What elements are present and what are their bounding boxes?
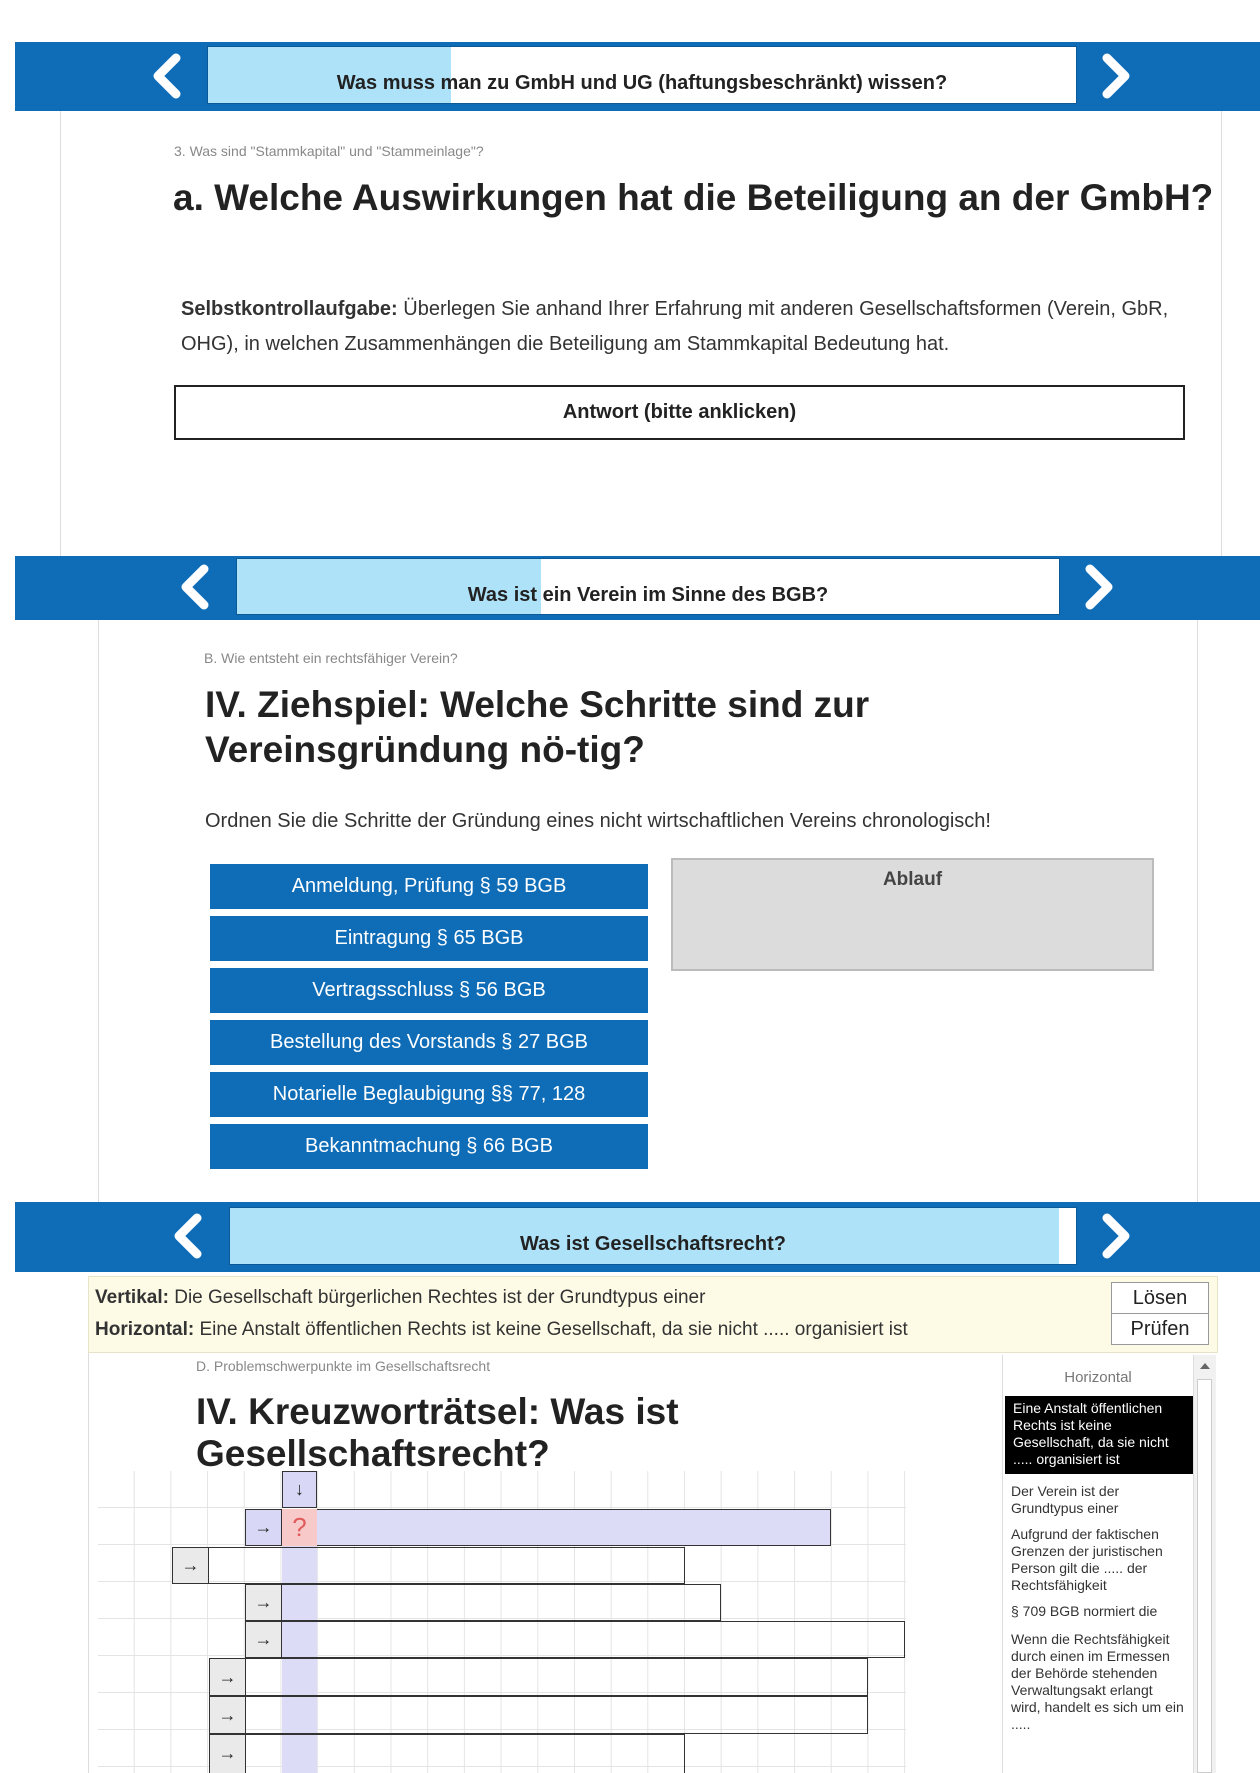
crossword-answer-row[interactable]	[246, 1696, 868, 1734]
content-panel: 3. Was sind "Stammkapital" und "Stammein…	[60, 111, 1222, 556]
crossword-right-arrow-cell: →	[209, 1734, 246, 1773]
next-topic-button[interactable]	[1080, 563, 1120, 611]
page-title: IV. Ziehspiel: Welche Schritte sind zur …	[205, 682, 1165, 772]
crossword-right-arrow-cell: →	[245, 1621, 282, 1658]
topic-title-box: Was ist ein Verein im Sinne des BGB?	[236, 558, 1060, 615]
clue-item[interactable]: Der Verein ist der Grundtypus einer	[1003, 1480, 1193, 1523]
right-arrow-icon: →	[254, 1517, 273, 1537]
chevron-left-icon	[153, 53, 181, 99]
topic-title-box: Was muss man zu GmbH und UG (haftungsbes…	[207, 46, 1077, 104]
prev-topic-button[interactable]	[146, 52, 186, 100]
check-button[interactable]: Prüfen	[1111, 1313, 1209, 1345]
chevron-right-icon	[1102, 53, 1130, 99]
crossword-right-arrow-cell: →	[209, 1658, 246, 1696]
crossword-active-cell[interactable]: ?	[282, 1509, 317, 1546]
crossword-answer-row[interactable]	[209, 1547, 685, 1584]
right-arrow-icon: →	[218, 1705, 237, 1725]
topic-title: Was ist Gesellschaftsrecht?	[519, 1233, 787, 1255]
chevron-left-icon	[174, 1213, 202, 1259]
chevron-left-icon	[181, 564, 209, 610]
clue-list-scrollbar[interactable]	[1193, 1355, 1216, 1773]
breadcrumb[interactable]: D. Problemschwerpunkte im Gesellschaftsr…	[196, 1358, 490, 1374]
answer-button[interactable]: Antwort (bitte anklicken)	[174, 385, 1185, 440]
breadcrumb[interactable]: 3. Was sind "Stammkapital" und "Stammein…	[174, 143, 484, 159]
crossword-horizontal-word[interactable]	[282, 1509, 831, 1546]
horizontal-clue-label: Horizontal:	[95, 1319, 195, 1340]
crossword-right-arrow-cell: →	[209, 1696, 246, 1734]
drag-item[interactable]: Anmeldung, Prüfung § 59 BGB	[210, 864, 648, 909]
crossword-answer-row[interactable]	[246, 1658, 868, 1696]
down-arrow-icon: ↓	[295, 1479, 304, 1499]
horizontal-clue: Horizontal: Eine Anstalt öffentlichen Re…	[95, 1319, 908, 1341]
crossword-answer-row[interactable]	[246, 1734, 685, 1773]
prev-topic-button[interactable]	[167, 1212, 207, 1260]
drag-item[interactable]: Eintragung § 65 BGB	[210, 916, 648, 961]
chevron-right-icon	[1085, 564, 1113, 610]
right-arrow-icon: →	[218, 1667, 237, 1687]
drop-target-ablauf[interactable]: Ablauf	[671, 858, 1154, 971]
task-paragraph: Selbstkontrollaufgabe: Überlegen Sie anh…	[181, 292, 1181, 362]
vertical-clue-label: Vertikal:	[95, 1287, 169, 1308]
right-arrow-icon: →	[181, 1555, 200, 1575]
clue-item-active[interactable]: Eine Anstalt öffentlichen Rechts ist kei…	[1005, 1396, 1193, 1474]
crossword-right-arrow-cell: →	[245, 1584, 282, 1621]
drag-item[interactable]: Vertragsschluss § 56 BGB	[210, 968, 648, 1013]
page-title-text: IV. Ziehspiel: Welche Schritte sind zur …	[205, 684, 870, 770]
vertical-clue-text: Die Gesellschaft bürgerlichen Rechtes is…	[174, 1287, 706, 1308]
answer-button-label: Antwort (bitte anklicken)	[562, 401, 797, 423]
horizontal-clue-text: Eine Anstalt öffentlichen Rechts ist kei…	[199, 1319, 908, 1340]
task-label: Selbstkontrollaufgabe:	[181, 298, 398, 320]
clue-bar: Vertikal: Die Gesellschaft bürgerlichen …	[88, 1276, 1218, 1353]
clue-item[interactable]: Aufgrund der faktischen Grenzen der juri…	[1003, 1523, 1193, 1600]
clue-list: Horizontal Eine Anstalt öffentlichen Rec…	[1002, 1355, 1193, 1773]
right-arrow-icon: →	[218, 1743, 237, 1763]
clue-list-header: Horizontal	[1064, 1369, 1132, 1386]
instruction-text: Ordnen Sie die Schritte der Gründung ein…	[205, 810, 991, 832]
chevron-right-icon	[1102, 1213, 1130, 1259]
drop-target-label: Ablauf	[882, 869, 943, 890]
page-title: a. Welche Auswirkungen hat die Beteiligu…	[173, 177, 1214, 218]
right-arrow-icon: →	[254, 1629, 273, 1649]
topic-title: Was muss man zu GmbH und UG (haftungsbes…	[336, 72, 948, 94]
drag-item[interactable]: Bekanntmachung § 66 BGB	[210, 1124, 648, 1169]
next-topic-button[interactable]	[1097, 1212, 1137, 1260]
solve-button[interactable]: Lösen	[1111, 1282, 1209, 1314]
crossword-down-arrow-cell: ↓	[282, 1471, 317, 1508]
right-arrow-icon: →	[254, 1592, 273, 1612]
scroll-up-icon[interactable]	[1200, 1363, 1210, 1369]
crossword-right-arrow-cell: →	[245, 1509, 282, 1546]
clue-item[interactable]: Wenn die Rechtsfähigkeit durch einen im …	[1003, 1628, 1193, 1739]
topic-title-box: Was ist Gesellschaftsrecht?	[229, 1207, 1077, 1265]
crossword-answer-row[interactable]	[282, 1584, 721, 1621]
crossword-right-arrow-cell: →	[172, 1547, 209, 1584]
breadcrumb[interactable]: B. Wie entsteht ein rechtsfähiger Verein…	[204, 650, 458, 666]
page-title: IV. Kreuzworträtsel: Was ist Gesellschaf…	[196, 1391, 679, 1474]
drag-item[interactable]: Bestellung des Vorstands § 27 BGB	[210, 1020, 648, 1065]
question-mark: ?	[292, 1512, 307, 1542]
clue-item[interactable]: § 709 BGB normiert die	[1003, 1600, 1193, 1628]
scrollbar-thumb[interactable]	[1197, 1379, 1212, 1773]
vertical-clue: Vertikal: Die Gesellschaft bürgerlichen …	[95, 1287, 705, 1309]
prev-topic-button[interactable]	[174, 563, 214, 611]
next-topic-button[interactable]	[1097, 52, 1137, 100]
crossword-answer-row[interactable]	[282, 1621, 905, 1658]
topic-title: Was ist ein Verein im Sinne des BGB?	[467, 584, 829, 606]
drag-item[interactable]: Notarielle Beglaubigung §§ 77, 128	[210, 1072, 648, 1117]
